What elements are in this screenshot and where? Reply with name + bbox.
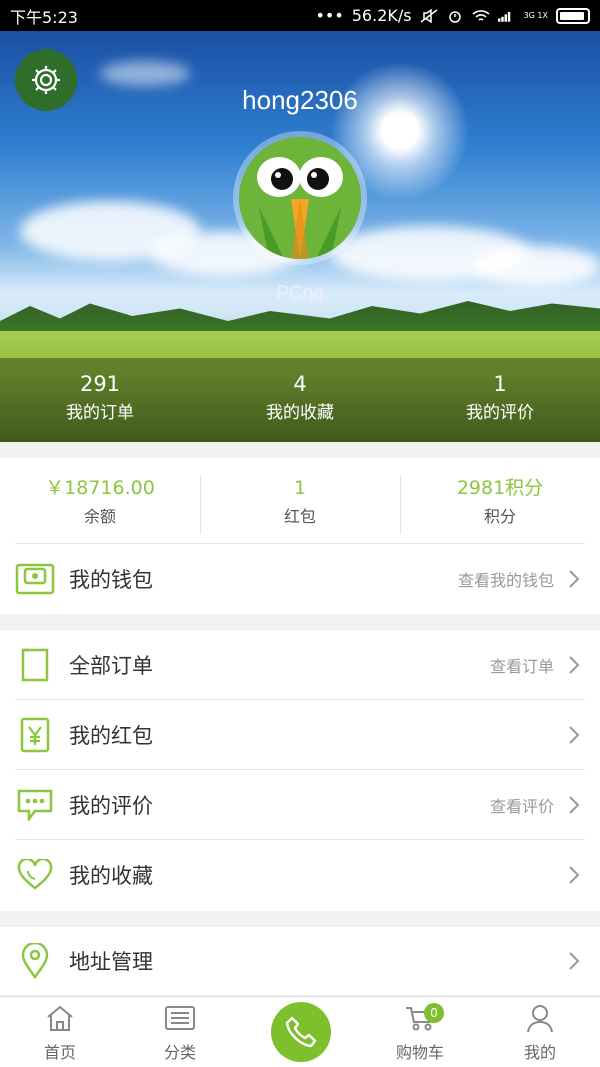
menu-item-label: 我的评价 bbox=[69, 794, 153, 818]
menu-item-all-orders[interactable]: 全部订单 查看订单 bbox=[0, 630, 600, 700]
alarm-icon bbox=[448, 10, 461, 23]
status-time: 下午5:23 bbox=[10, 7, 78, 27]
yuan-icon bbox=[15, 715, 55, 755]
balance-card: ￥18716.00 余额 1 红包 2981积分 积分 我的钱包 查看我的钱包 bbox=[0, 458, 600, 614]
more-dots-icon: ••• bbox=[315, 6, 344, 25]
list-icon bbox=[165, 1006, 195, 1030]
menu-item-reviews[interactable]: 我的评价 查看评价 bbox=[0, 770, 600, 840]
balance-row: ￥18716.00 余额 1 红包 2981积分 积分 bbox=[0, 458, 600, 542]
person-icon bbox=[527, 1005, 553, 1033]
wallet-icon bbox=[15, 559, 55, 599]
menu-item-label: 全部订单 bbox=[69, 654, 153, 678]
chevron-right-icon bbox=[569, 796, 580, 814]
tab-label: 首页 bbox=[43, 1043, 76, 1062]
network-speed: 56.2K/s bbox=[351, 6, 412, 25]
location-pin-icon bbox=[15, 941, 55, 981]
balance-label: 余额 bbox=[83, 507, 116, 526]
redpacket-label: 红包 bbox=[283, 507, 316, 526]
stat-label: 我的订单 bbox=[66, 403, 134, 423]
avatar[interactable] bbox=[233, 131, 367, 265]
stat-value: 291 bbox=[79, 372, 121, 396]
points-value: 2981积分 bbox=[456, 477, 544, 499]
owl-logo-icon bbox=[239, 137, 361, 259]
battery-icon bbox=[556, 7, 590, 24]
menu-item-redpackets[interactable]: 我的红包 bbox=[0, 700, 600, 770]
tab-category[interactable]: 分类 bbox=[120, 997, 240, 1067]
stat-orders[interactable]: 291 我的订单 bbox=[0, 368, 200, 426]
signal-tag: 3G 1X bbox=[523, 10, 548, 20]
balance-value: ￥18716.00 bbox=[45, 477, 155, 499]
chevron-right-icon bbox=[569, 726, 580, 744]
tab-cart[interactable]: 购物车 bbox=[360, 997, 480, 1067]
stat-label: 我的收藏 bbox=[266, 403, 334, 423]
address-card: 地址管理 bbox=[0, 927, 600, 995]
tab-label: 购物车 bbox=[395, 1043, 444, 1062]
points-item[interactable]: 2981积分 积分 bbox=[400, 472, 600, 542]
cloud-decoration bbox=[100, 61, 190, 86]
wifi-icon bbox=[472, 9, 490, 21]
menu-item-label: 地址管理 bbox=[69, 950, 153, 974]
wallet-hint[interactable]: 查看我的钱包 bbox=[458, 567, 554, 591]
tab-label: 分类 bbox=[163, 1043, 196, 1062]
wallet-row[interactable]: 我的钱包 查看我的钱包 bbox=[0, 544, 600, 614]
tab-home[interactable]: 首页 bbox=[0, 997, 120, 1067]
stat-value: 4 bbox=[293, 372, 307, 396]
redpacket-value: 1 bbox=[293, 477, 307, 499]
status-bar: 下午5:23 ••• 56.2K/s 3G 1X bbox=[0, 0, 600, 31]
stat-label: 我的评价 bbox=[466, 403, 534, 423]
chevron-right-icon bbox=[569, 866, 580, 884]
balance-item[interactable]: ￥18716.00 余额 bbox=[0, 472, 200, 542]
signal-icon bbox=[497, 11, 510, 22]
call-button[interactable] bbox=[271, 1002, 331, 1062]
tab-me[interactable]: 我的 bbox=[480, 997, 600, 1067]
cart-badge: 0 bbox=[424, 1003, 444, 1023]
menu-item-favorites[interactable]: 我的收藏 bbox=[0, 840, 600, 910]
stat-value: 1 bbox=[493, 372, 507, 396]
phone-icon bbox=[285, 1016, 317, 1048]
chevron-right-icon bbox=[569, 656, 580, 674]
menu-item-label: 我的收藏 bbox=[69, 864, 153, 888]
wallet-label: 我的钱包 bbox=[69, 568, 153, 592]
heart-icon bbox=[15, 855, 55, 895]
cloud-decoration bbox=[470, 246, 600, 286]
home-icon bbox=[47, 1005, 73, 1031]
username: hong2306 bbox=[242, 85, 358, 115]
chevron-right-icon bbox=[569, 952, 580, 970]
status-right: ••• 56.2K/s 3G 1X bbox=[315, 6, 590, 25]
menu-item-address[interactable]: 地址管理 bbox=[0, 927, 600, 995]
nickname: PCqq bbox=[276, 283, 324, 304]
stat-favorites[interactable]: 4 我的收藏 bbox=[200, 368, 400, 426]
menu-item-hint: 查看评价 bbox=[489, 797, 554, 816]
tab-label: 我的 bbox=[523, 1043, 556, 1062]
chevron-right-icon bbox=[569, 570, 580, 588]
menu-list: 全部订单 查看订单 我的红包 我的评价 查看评价 我的收藏 bbox=[0, 630, 600, 911]
stat-reviews[interactable]: 1 我的评价 bbox=[400, 368, 600, 426]
profile-stats: 291 我的订单 4 我的收藏 1 我的评价 bbox=[0, 368, 600, 426]
document-icon bbox=[15, 645, 55, 685]
profile-header: hong2306 PCqq 291 我的订单 4 我的收藏 1 我的评价 bbox=[0, 31, 600, 442]
comment-icon bbox=[15, 785, 55, 825]
redpacket-item[interactable]: 1 红包 bbox=[200, 472, 400, 542]
menu-item-label: 我的红包 bbox=[69, 724, 153, 748]
points-label: 积分 bbox=[483, 507, 516, 526]
mute-icon bbox=[420, 8, 438, 23]
avatar-image bbox=[239, 137, 361, 259]
menu-item-hint: 查看订单 bbox=[489, 657, 554, 676]
